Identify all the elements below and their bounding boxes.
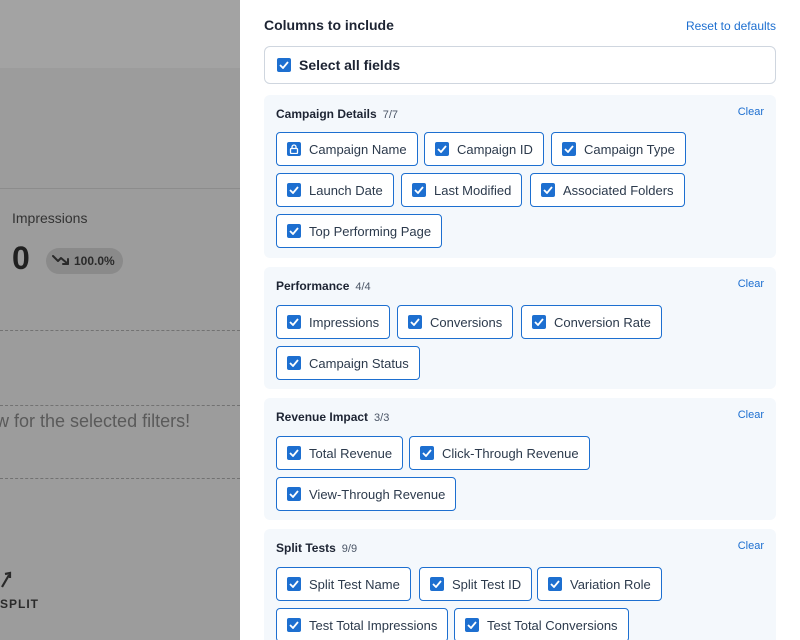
field-chip-label: Campaign Name	[309, 141, 407, 157]
background-page: Impressions 0 100.0% w for the selected …	[0, 0, 240, 640]
checkbox-checked-icon	[287, 446, 301, 460]
field-chip-campaign-status[interactable]: Campaign Status	[276, 346, 420, 380]
field-chip-label: Split Test Name	[309, 576, 400, 592]
field-chip-label: Top Performing Page	[309, 223, 432, 239]
field-chip-label: Test Total Impressions	[309, 617, 438, 633]
checkbox-checked-icon	[287, 577, 301, 591]
field-chip-split-test-id[interactable]: Split Test ID	[419, 567, 533, 601]
field-chip-impressions[interactable]: Impressions	[276, 305, 391, 339]
field-chip-campaign-name[interactable]: Campaign Name	[276, 132, 418, 166]
field-chip-label: Variation Role	[570, 576, 651, 592]
field-chip-campaign-type[interactable]: Campaign Type	[551, 132, 686, 166]
checkbox-checked-icon	[287, 315, 301, 329]
section-count: 7/7	[382, 109, 398, 121]
checkbox-checked-icon	[541, 183, 555, 197]
field-chip-click-through-revenue[interactable]: Click-Through Revenue	[409, 436, 590, 470]
checkbox-checked-icon	[287, 618, 301, 632]
checkbox-checked-icon	[435, 142, 449, 156]
checkbox-checked-icon	[277, 58, 291, 72]
checkbox-checked-icon	[532, 315, 546, 329]
checkbox-checked-icon	[465, 618, 479, 632]
checkbox-checked-icon	[548, 577, 562, 591]
field-chip-label: Campaign Status	[309, 355, 409, 371]
field-chip-label: View-Through Revenue	[309, 486, 446, 502]
section-campaign-details: Campaign Details 7/7 Clear Campaign Name…	[264, 95, 776, 258]
field-chip-label: Impressions	[309, 314, 380, 330]
field-chip-test-total-conversions[interactable]: Test Total Conversions	[454, 608, 629, 640]
field-chip-test-total-impressions[interactable]: Test Total Impressions	[276, 608, 449, 640]
checkbox-checked-icon	[287, 224, 301, 238]
section-header: Split Tests 9/9	[276, 541, 357, 555]
clear-performance-link[interactable]: Clear	[738, 278, 764, 290]
clear-campaign-details-link[interactable]: Clear	[738, 106, 764, 118]
background-dashed-line	[0, 478, 240, 479]
change-badge: 100.0%	[46, 248, 123, 274]
split-label: SPLIT	[0, 597, 40, 611]
background-divider	[0, 188, 240, 189]
field-chip-label: Conversion Rate	[554, 314, 651, 330]
field-chip-associated-folders[interactable]: Associated Folders	[530, 173, 685, 207]
background-dashed-line	[0, 330, 240, 331]
background-dashed-line	[0, 405, 240, 406]
impressions-value: 0	[12, 240, 30, 276]
field-chip-label: Campaign Type	[584, 141, 675, 157]
checkbox-checked-icon	[430, 577, 444, 591]
checkbox-checked-icon	[287, 356, 301, 370]
drawer-header: Columns to include Reset to defaults	[264, 17, 776, 37]
section-split-tests: Split Tests 9/9 Clear Split Test Name Sp…	[264, 529, 776, 640]
checkbox-checked-icon	[287, 487, 301, 501]
field-chip-label: Last Modified	[434, 182, 512, 198]
impressions-label: Impressions	[12, 210, 88, 226]
select-all-fields-checkbox[interactable]: Select all fields	[264, 46, 776, 84]
select-all-label: Select all fields	[299, 57, 401, 73]
checkbox-checked-icon	[287, 183, 301, 197]
section-header: Campaign Details 7/7	[276, 107, 398, 121]
background-header-band	[0, 0, 240, 68]
section-count: 4/4	[355, 281, 371, 293]
change-percent: 100.0%	[74, 254, 115, 268]
section-revenue-impact: Revenue Impact 3/3 Clear Total Revenue C…	[264, 398, 776, 520]
field-chip-last-modified[interactable]: Last Modified	[401, 173, 523, 207]
columns-drawer: Columns to include Reset to defaults Sel…	[240, 0, 800, 640]
field-chip-label: Associated Folders	[563, 182, 674, 198]
checkbox-checked-icon	[420, 446, 434, 460]
field-chip-total-revenue[interactable]: Total Revenue	[276, 436, 404, 470]
trend-down-icon	[52, 254, 70, 269]
drawer-title: Columns to include	[264, 17, 394, 33]
field-chip-top-performing-page[interactable]: Top Performing Page	[276, 214, 443, 248]
split-icon	[0, 571, 12, 594]
reset-to-defaults-link[interactable]: Reset to defaults	[686, 19, 776, 33]
section-title: Performance	[276, 279, 350, 293]
checkbox-checked-icon	[412, 183, 426, 197]
clear-split-tests-link[interactable]: Clear	[738, 540, 764, 552]
field-chip-conversion-rate[interactable]: Conversion Rate	[521, 305, 662, 339]
field-chip-label: Click-Through Revenue	[442, 445, 579, 461]
empty-state-message: w for the selected filters!	[0, 411, 191, 431]
field-chip-label: Total Revenue	[309, 445, 393, 461]
field-chip-campaign-id[interactable]: Campaign ID	[424, 132, 544, 166]
section-count: 3/3	[374, 412, 390, 424]
section-count: 9/9	[341, 543, 358, 555]
checkbox-checked-icon	[408, 315, 422, 329]
field-chip-variation-role[interactable]: Variation Role	[537, 567, 662, 601]
field-chip-split-test-name[interactable]: Split Test Name	[276, 567, 411, 601]
section-header: Revenue Impact 3/3	[276, 410, 389, 424]
field-chip-label: Launch Date	[309, 182, 383, 198]
checkbox-checked-icon	[562, 142, 576, 156]
field-chip-label: Campaign ID	[457, 141, 533, 157]
field-chip-launch-date[interactable]: Launch Date	[276, 173, 394, 207]
field-chip-label: Test Total Conversions	[487, 617, 618, 633]
field-chip-conversions[interactable]: Conversions	[397, 305, 514, 339]
section-title: Split Tests	[276, 541, 336, 555]
lock-icon	[287, 142, 301, 156]
field-chip-view-through-revenue[interactable]: View-Through Revenue	[276, 477, 457, 511]
field-chip-label: Split Test ID	[452, 576, 522, 592]
section-header: Performance 4/4	[276, 279, 371, 293]
section-title: Campaign Details	[276, 107, 377, 121]
clear-revenue-impact-link[interactable]: Clear	[738, 409, 764, 421]
section-title: Revenue Impact	[276, 410, 369, 424]
section-performance: Performance 4/4 Clear Impressions Conver…	[264, 267, 776, 389]
field-chip-label: Conversions	[430, 314, 503, 330]
